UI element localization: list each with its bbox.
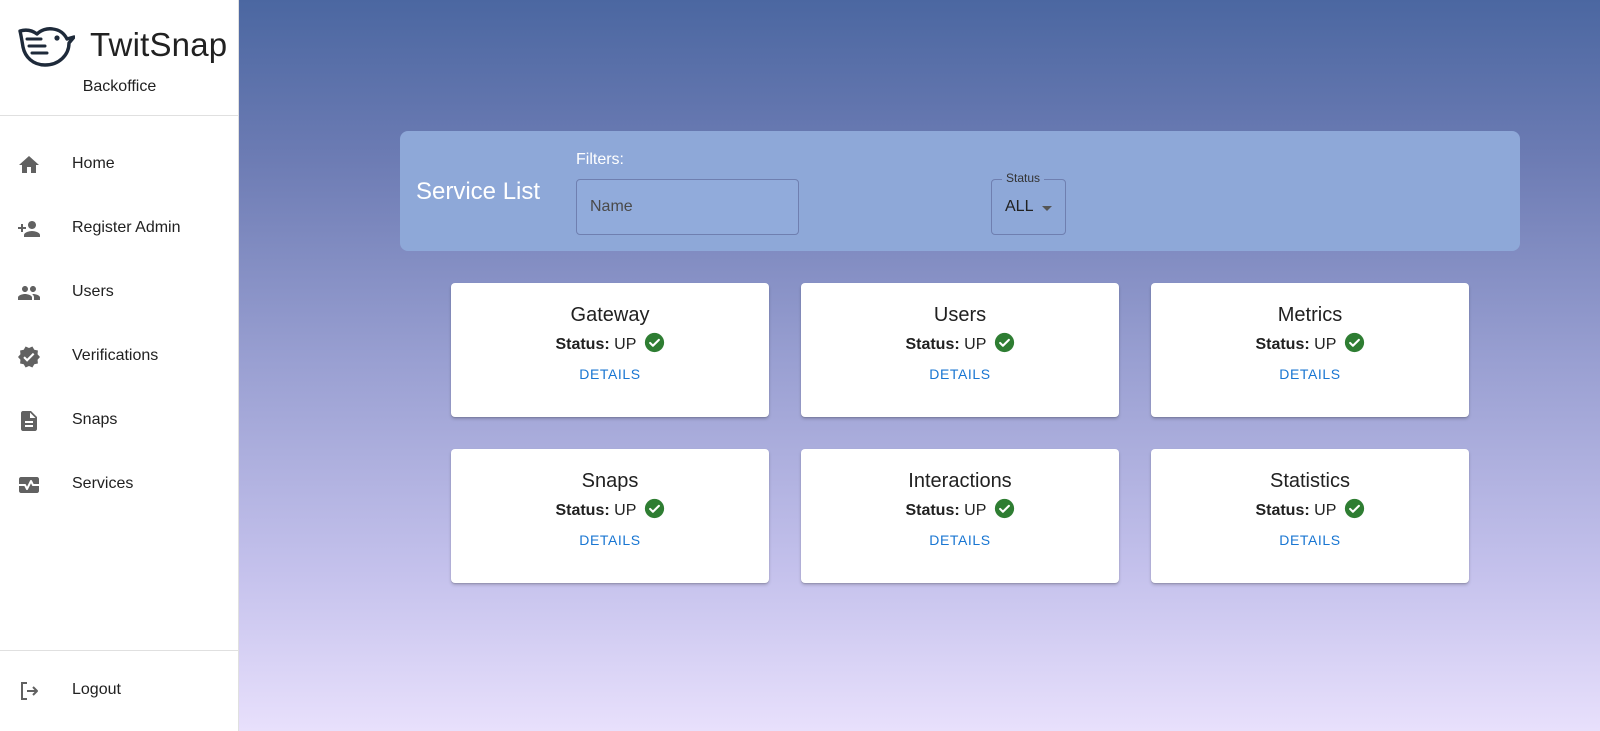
status-filter-value: ALL	[1005, 198, 1034, 215]
nav-label: Services	[72, 475, 134, 492]
service-name: Users	[933, 304, 987, 326]
nav-item-snaps[interactable]: Snaps	[0, 393, 238, 449]
service-name: Metrics	[1277, 304, 1343, 326]
verified-icon	[18, 346, 40, 368]
details-button[interactable]: DETAILS	[451, 532, 769, 548]
nav-item-services[interactable]: Services	[0, 457, 238, 513]
check-circle-icon	[1344, 498, 1364, 519]
status-label: Status:	[555, 336, 610, 353]
nav-item-verifications[interactable]: Verifications	[0, 329, 238, 385]
status-label: Status:	[905, 502, 960, 519]
status-label: Status:	[1255, 336, 1310, 353]
details-button[interactable]: DETAILS	[451, 366, 769, 382]
nav-label: Users	[72, 283, 114, 300]
details-button[interactable]: DETAILS	[1151, 366, 1469, 382]
nav-label: Verifications	[72, 347, 159, 364]
service-status: Status: UP	[451, 498, 769, 520]
details-button[interactable]: DETAILS	[801, 366, 1119, 382]
document-icon	[21, 411, 37, 431]
service-card-metrics: Metrics Status: UP DETAILS	[1151, 283, 1469, 417]
logout-button[interactable]: Logout	[0, 663, 238, 719]
status-value: UP	[1314, 502, 1337, 519]
brand-header: TwitSnap Backoffice	[0, 0, 239, 116]
check-circle-icon	[644, 498, 664, 519]
name-filter-field[interactable]	[576, 179, 799, 235]
sidebar-divider	[0, 650, 239, 651]
caret-down-icon	[1042, 206, 1052, 211]
status-value: UP	[614, 336, 637, 353]
service-status: Status: UP	[1151, 332, 1469, 354]
app-name: TwitSnap	[90, 26, 228, 63]
status-value: UP	[964, 502, 987, 519]
status-filter-label: Status	[1002, 171, 1045, 185]
service-name: Interactions	[908, 470, 1012, 492]
people-icon	[18, 286, 40, 300]
monitor-heart-icon	[19, 477, 39, 493]
service-status: Status: UP	[1151, 498, 1469, 520]
bird-logo-icon	[18, 27, 75, 67]
status-label: Status:	[905, 336, 960, 353]
nav-label: Home	[72, 155, 115, 172]
logout-icon	[21, 682, 38, 700]
status-filter-select[interactable]: Status ALL	[991, 171, 1066, 235]
details-button[interactable]: DETAILS	[801, 532, 1119, 548]
check-circle-icon	[1344, 332, 1364, 353]
filters-label: Filters:	[576, 151, 624, 168]
home-icon	[19, 156, 39, 173]
logout-label: Logout	[72, 681, 121, 698]
service-card-gateway: Gateway Status: UP DETAILS	[451, 283, 769, 417]
check-circle-icon	[644, 332, 664, 353]
app-subtitle: Backoffice	[82, 78, 157, 95]
service-card-statistics: Statistics Status: UP DETAILS	[1151, 449, 1469, 583]
main-content: Service List Filters: Status ALL Gateway…	[239, 0, 1600, 731]
service-name: Gateway	[570, 304, 650, 326]
name-filter-input[interactable]	[577, 180, 798, 234]
service-name: Statistics	[1269, 470, 1351, 492]
service-card-interactions: Interactions Status: UP DETAILS	[801, 449, 1119, 583]
status-value: UP	[614, 502, 637, 519]
nav-item-users[interactable]: Users	[0, 265, 238, 321]
status-label: Status:	[555, 502, 610, 519]
service-name: Snaps	[581, 470, 639, 492]
service-card-users: Users Status: UP DETAILS	[801, 283, 1119, 417]
person-add-icon	[18, 221, 40, 237]
nav-label: Register Admin	[72, 219, 181, 236]
status-value: UP	[1314, 336, 1337, 353]
service-status: Status: UP	[801, 498, 1119, 520]
page-title: Service List	[416, 178, 541, 205]
sidebar: TwitSnap Backoffice Home Register Admin …	[0, 0, 239, 731]
check-circle-icon	[994, 332, 1014, 353]
service-status: Status: UP	[451, 332, 769, 354]
nav-label: Snaps	[72, 411, 118, 428]
nav-item-register-admin[interactable]: Register Admin	[0, 201, 238, 257]
service-status: Status: UP	[801, 332, 1119, 354]
status-value: UP	[964, 336, 987, 353]
service-list-toolbar: Service List Filters: Status ALL	[400, 131, 1520, 251]
status-label: Status:	[1255, 502, 1310, 519]
check-circle-icon	[994, 498, 1014, 519]
service-card-snaps: Snaps Status: UP DETAILS	[451, 449, 769, 583]
details-button[interactable]: DETAILS	[1151, 532, 1469, 548]
nav-item-home[interactable]: Home	[0, 137, 238, 193]
